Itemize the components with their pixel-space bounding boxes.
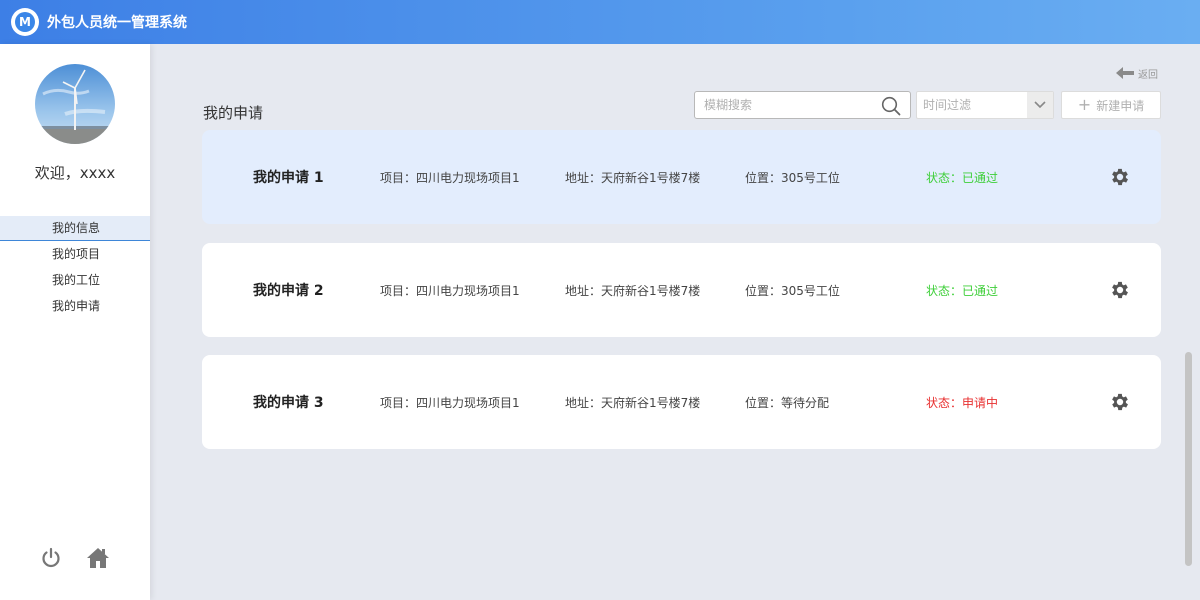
- plus-icon: +: [1077, 95, 1092, 114]
- sidebar-item-my-workstation[interactable]: 我的工位: [0, 267, 150, 293]
- application-status: 状态：已通过: [926, 284, 999, 298]
- gear-icon[interactable]: [1109, 279, 1131, 301]
- application-status: 状态：申请中: [926, 396, 999, 410]
- application-address: 地址：天府新谷1号楼7楼: [565, 396, 701, 410]
- search-box: [694, 91, 911, 119]
- home-icon[interactable]: [86, 546, 110, 570]
- new-application-label: 新建申请: [1096, 98, 1145, 113]
- app-logo: M: [11, 8, 39, 36]
- application-status: 状态：已通过: [926, 171, 999, 185]
- application-address: 地址：天府新谷1号楼7楼: [565, 284, 701, 298]
- time-filter-dropdown-button[interactable]: [1027, 92, 1053, 118]
- application-project: 项目：四川电力现场项目1: [380, 396, 520, 410]
- sidebar: 欢迎，xxxx 我的信息 我的项目 我的工位 我的申请: [0, 44, 150, 600]
- application-project: 项目：四川电力现场项目1: [380, 284, 520, 298]
- logo-letter: M: [15, 12, 35, 32]
- app-title: 外包人员统一管理系统: [47, 15, 187, 31]
- time-filter-select[interactable]: 时间过滤: [916, 91, 1054, 119]
- new-application-button[interactable]: + 新建申请: [1061, 91, 1161, 119]
- chevron-down-icon: [1034, 101, 1046, 109]
- sidebar-item-my-applications[interactable]: 我的申请: [0, 293, 150, 319]
- sidebar-menu: 我的信息 我的项目 我的工位 我的申请: [0, 216, 150, 319]
- avatar-image: [35, 64, 115, 144]
- power-icon[interactable]: [40, 547, 62, 569]
- application-position: 位置：305号工位: [745, 171, 840, 185]
- application-title: 我的申请 1: [253, 170, 324, 186]
- application-title: 我的申请 2: [253, 283, 324, 299]
- sidebar-footer: [0, 544, 150, 574]
- search-icon[interactable]: [881, 96, 901, 116]
- sidebar-item-my-info[interactable]: 我的信息: [0, 216, 150, 241]
- application-address: 地址：天府新谷1号楼7楼: [565, 171, 701, 185]
- time-filter-placeholder: 时间过滤: [923, 98, 972, 112]
- application-position: 位置：305号工位: [745, 284, 840, 298]
- application-title: 我的申请 3: [253, 395, 324, 411]
- application-project: 项目：四川电力现场项目1: [380, 171, 520, 185]
- scrollbar-thumb[interactable]: [1185, 352, 1192, 566]
- back-button[interactable]: 返回: [1116, 66, 1158, 81]
- page-title: 我的申请: [203, 104, 264, 122]
- gear-icon[interactable]: [1109, 391, 1131, 413]
- search-input[interactable]: [695, 92, 865, 118]
- application-position: 位置：等待分配: [745, 396, 830, 410]
- welcome-text: 欢迎，xxxx: [34, 164, 116, 182]
- back-label: 返回: [1138, 69, 1158, 81]
- sidebar-item-my-projects[interactable]: 我的项目: [0, 241, 150, 267]
- back-arrow-icon: [1116, 67, 1134, 79]
- application-card[interactable]: 我的申请 3 项目：四川电力现场项目1 地址：天府新谷1号楼7楼 位置：等待分配…: [202, 355, 1161, 449]
- gear-icon[interactable]: [1109, 166, 1131, 188]
- top-bar: M 外包人员统一管理系统: [0, 0, 1200, 44]
- avatar[interactable]: [35, 64, 115, 144]
- application-card[interactable]: 我的申请 1 项目：四川电力现场项目1 地址：天府新谷1号楼7楼 位置：305号…: [202, 130, 1161, 224]
- application-card[interactable]: 我的申请 2 项目：四川电力现场项目1 地址：天府新谷1号楼7楼 位置：305号…: [202, 243, 1161, 337]
